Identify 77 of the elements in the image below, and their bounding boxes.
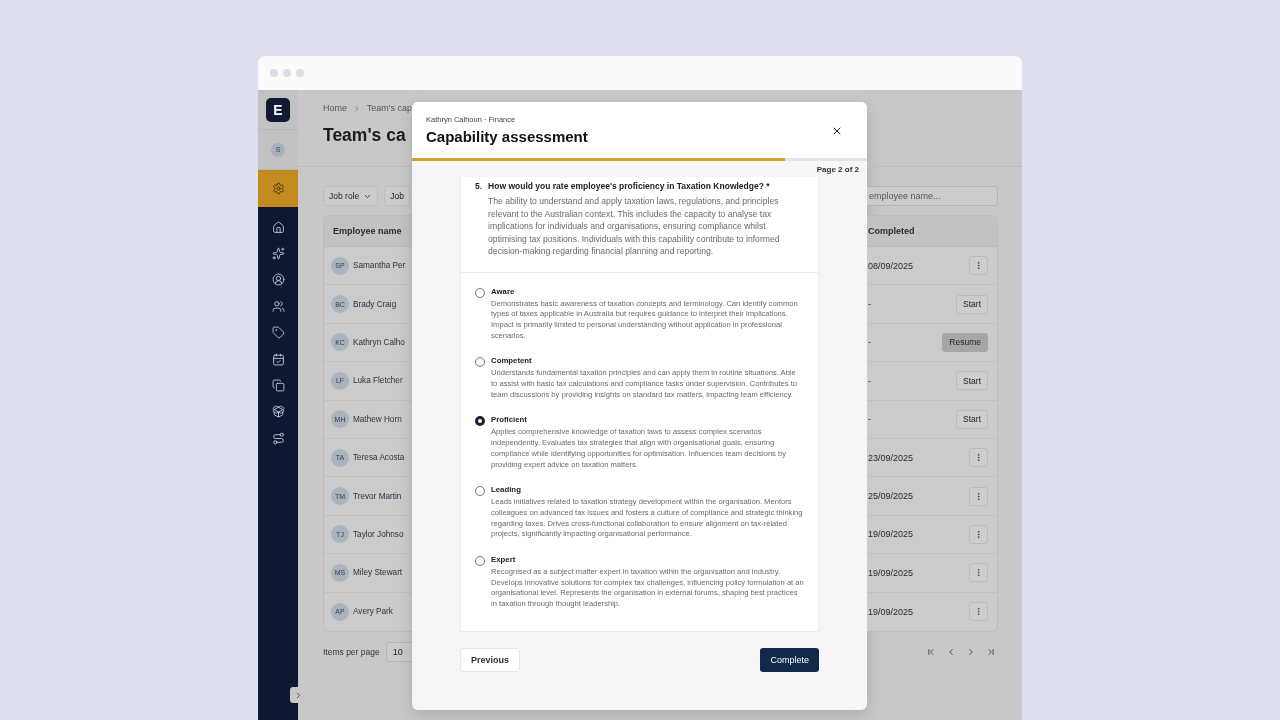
row-action-button[interactable]: Start [956, 371, 988, 391]
next-page-button[interactable] [966, 646, 976, 657]
radio-button[interactable] [475, 486, 485, 497]
column-header: Employee name [333, 226, 402, 236]
more-icon [974, 568, 983, 578]
page-indicator: Page 2 of 2 [816, 163, 859, 176]
completed-date: 19/09/2025 [868, 606, 915, 617]
window-dot-icon[interactable] [283, 69, 291, 77]
close-button[interactable] [831, 125, 843, 137]
completed-date: - [868, 337, 872, 348]
completed-date: - [868, 299, 872, 310]
chevron-right-icon [966, 646, 976, 657]
radio-button[interactable] [475, 287, 485, 298]
tag-icon [271, 326, 285, 340]
question-text: How would you rate employee's proficiency in Taxation Knowledge? * [488, 181, 771, 191]
completed-date: 25/09/2025 [868, 491, 915, 502]
breadcrumb-separator-icon [353, 103, 361, 113]
chevron-left-icon [946, 646, 956, 657]
previous-page-button[interactable] [946, 646, 956, 657]
first-page-button[interactable] [926, 646, 936, 657]
complete-button[interactable]: Complete [760, 647, 819, 672]
filter-dropdown[interactable]: Job role [323, 186, 379, 206]
home-icon [271, 220, 285, 234]
package-icon [271, 405, 285, 419]
row-action-button[interactable]: Resume [942, 332, 988, 352]
window-dot-icon[interactable] [296, 69, 304, 77]
more-icon [974, 491, 983, 501]
question-number: 5. [475, 181, 483, 193]
completed-date: 19/09/2025 [868, 567, 915, 578]
filter-dropdown[interactable]: Job [384, 186, 410, 206]
first-page-icon [926, 646, 936, 657]
more-icon [974, 261, 983, 271]
previous-button[interactable]: Previous [460, 647, 521, 672]
employee-name: Avery Park [353, 607, 393, 617]
gear-icon [271, 182, 285, 195]
more-icon [974, 529, 983, 539]
app-logo[interactable]: E [266, 97, 290, 122]
completed-date: 23/09/2025 [868, 452, 915, 463]
last-page-icon [986, 646, 996, 657]
window-dot-icon[interactable] [270, 69, 278, 77]
employee-name: Taylor Johnso [353, 529, 404, 539]
user-circle-icon [271, 273, 285, 287]
employee-name: Kathryn Calho [353, 337, 405, 347]
dialog-title: Capability assessment [426, 128, 588, 145]
row-action-button[interactable]: Start [956, 409, 988, 429]
employee-name: Luka Fletcher [353, 376, 403, 386]
items-per-page-label: Items per page [323, 646, 380, 657]
breadcrumb-link[interactable]: Team's cap [366, 103, 412, 113]
employee-name: Trevor Martin [353, 491, 402, 501]
more-icon [974, 607, 983, 617]
column-header: Completed [868, 226, 915, 236]
employee-name: Mathew Horn [353, 414, 402, 424]
copy-icon [271, 379, 285, 393]
close-icon [831, 125, 843, 137]
employee-name: Brady Craig [353, 299, 397, 309]
more-icon [974, 453, 983, 463]
completed-date: - [868, 414, 872, 425]
employee-name: Miley Stewart [353, 568, 403, 578]
question-description: The ability to understand and apply taxation laws, regulations, and principles relevant to the Australian context. This includes the capacity to analyse tax implications for individuals and organisations, ensuring compliance whilst optimising tax positions. Individuals with this capability contribute to informed decision-making regarding financial planning and reporting. [488, 195, 781, 258]
radio-button[interactable] [475, 357, 485, 368]
employee-name: Teresa Acosta [353, 453, 405, 463]
sparkle-icon [271, 247, 285, 261]
completed-date: - [868, 375, 872, 386]
employee-name: Samantha Per [353, 261, 406, 271]
calendar-check-icon [271, 352, 285, 366]
last-page-button[interactable] [986, 646, 996, 657]
search-field[interactable]: employee name... [867, 186, 998, 206]
breadcrumb-link[interactable]: Home [323, 103, 347, 113]
radio-button[interactable] [475, 556, 485, 567]
completed-date: 19/09/2025 [868, 529, 915, 540]
users-icon [271, 299, 285, 313]
items-per-page-select[interactable]: 10 [385, 641, 412, 662]
radio-button[interactable] [475, 416, 485, 427]
route-icon [271, 431, 285, 445]
completed-date: 08/09/2025 [868, 260, 915, 271]
page-title: Team's ca [323, 125, 407, 146]
row-action-button[interactable]: Start [956, 294, 988, 314]
